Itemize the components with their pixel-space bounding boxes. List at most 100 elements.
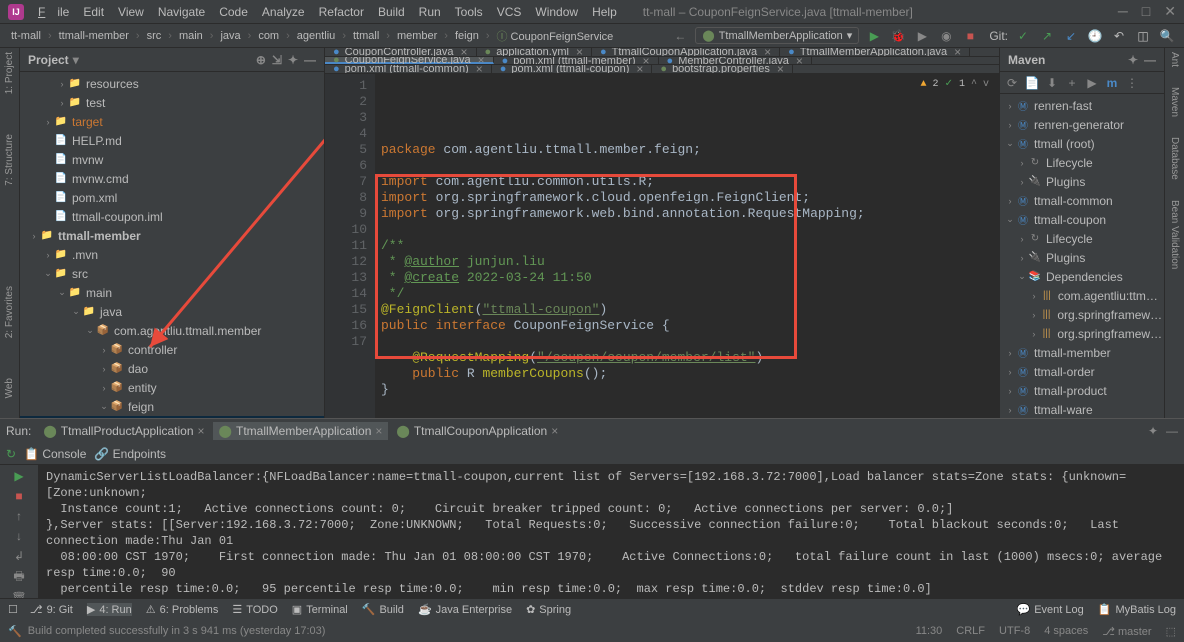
editor-tab[interactable]: ●pom.xml (ttmall-coupon)× xyxy=(492,65,653,73)
tab-close-icon[interactable]: × xyxy=(476,65,483,74)
tree-item[interactable]: ›📁resources xyxy=(20,74,324,93)
maven-tree-item[interactable]: ›Ⓜttmall-product xyxy=(1000,381,1164,400)
maven-tree-item[interactable]: ›|||com.agentliu:ttmall:t xyxy=(1000,286,1164,305)
maven-download-icon[interactable]: ⬇ xyxy=(1044,75,1060,91)
tree-item[interactable]: 📄mvnw xyxy=(20,150,324,169)
git-rollback-icon[interactable]: ↶ xyxy=(1110,27,1128,45)
console-stop-icon[interactable]: ■ xyxy=(11,489,27,503)
tree-item[interactable]: ›📦controller xyxy=(20,340,324,359)
maven-generate-icon[interactable]: 📄 xyxy=(1024,75,1040,91)
bottom-tool----run[interactable]: ▶4: Run xyxy=(87,603,132,616)
editor-tab[interactable]: ●pom.xml (ttmall-common)× xyxy=(325,65,492,73)
bottom-tool-spring[interactable]: ✿Spring xyxy=(526,603,571,616)
maven-exec-icon[interactable]: m xyxy=(1104,75,1120,91)
menu-code[interactable]: Code xyxy=(213,3,254,21)
tree-item[interactable]: 📄ttmall-coupon.iml xyxy=(20,207,324,226)
editor-tab[interactable]: ●CouponFeignService.java× xyxy=(325,57,494,65)
breadcrumb-item[interactable]: com xyxy=(255,29,282,43)
tab-close-icon[interactable]: × xyxy=(636,65,643,74)
maven-add-icon[interactable]: + xyxy=(1064,75,1080,91)
editor-tab[interactable]: ●bootstrap.properties× xyxy=(652,65,793,73)
run-icon[interactable]: ▶ xyxy=(865,27,883,45)
menu-help[interactable]: Help xyxy=(586,3,623,21)
gutter-maven[interactable]: Maven xyxy=(1169,87,1180,117)
status-item[interactable]: UTF-8 xyxy=(999,625,1030,638)
menu-tools[interactable]: Tools xyxy=(449,3,489,21)
bottom-tool-right[interactable]: 💬Event Log xyxy=(1017,603,1084,616)
console-output[interactable]: DynamicServerListLoadBalancer:{NFLoadBal… xyxy=(38,465,1184,598)
console-run-icon[interactable]: ▶ xyxy=(11,469,27,483)
maven-tree-item[interactable]: ›🔌Plugins xyxy=(1000,248,1164,267)
gutter-web[interactable]: Web xyxy=(4,378,15,398)
tree-item[interactable]: 📄mvnw.cmd xyxy=(20,169,324,188)
menu-navigate[interactable]: Navigate xyxy=(152,3,211,21)
maven-tree-item[interactable]: ›|||org.springframework xyxy=(1000,305,1164,324)
tree-item[interactable]: 📄pom.xml xyxy=(20,188,324,207)
menu-analyze[interactable]: Analyze xyxy=(256,3,311,21)
minimize-button[interactable]: ─ xyxy=(1118,3,1128,20)
breadcrumb-item[interactable]: main xyxy=(176,29,206,43)
menu-window[interactable]: Window xyxy=(529,3,584,21)
debug-icon[interactable]: 🐞 xyxy=(889,27,907,45)
run-settings-icon[interactable]: ✦ xyxy=(1148,424,1158,438)
breadcrumb-item[interactable]: ttmall-member xyxy=(56,29,132,43)
tab-close-icon[interactable]: × xyxy=(764,48,771,57)
project-tree[interactable]: ›📁resources›📁test›📁target📄HELP.md📄mvnw📄m… xyxy=(20,72,324,418)
tree-item[interactable]: ⒾCouponFeignService xyxy=(20,416,324,418)
maven-tree-item[interactable]: ›↻Lifecycle xyxy=(1000,153,1164,172)
project-hide-icon[interactable]: — xyxy=(304,53,316,67)
bottom-tool-java-enterprise[interactable]: ☕Java Enterprise xyxy=(418,603,512,616)
maven-tree-item[interactable]: ›Ⓜttmall-common xyxy=(1000,191,1164,210)
menu-view[interactable]: View xyxy=(112,3,150,21)
gutter-ant[interactable]: Ant xyxy=(1169,52,1180,67)
tab-close-icon[interactable]: × xyxy=(576,48,583,57)
maven-tree[interactable]: ›Ⓜrenren-fast›Ⓜrenren-generator⌄Ⓜttmall … xyxy=(1000,94,1164,418)
git-commit-icon[interactable]: ✓ xyxy=(1014,27,1032,45)
tree-item[interactable]: ›📁ttmall-member xyxy=(20,226,324,245)
search-icon[interactable]: 🔍 xyxy=(1158,27,1176,45)
bottom-tool-todo[interactable]: ☰TODO xyxy=(232,603,277,616)
run-tab[interactable]: ⬤TtmallMemberApplication× xyxy=(213,422,389,440)
breadcrumb-item[interactable]: ttmall xyxy=(350,29,382,43)
run-tab-close-icon[interactable]: × xyxy=(375,424,382,438)
tree-item[interactable]: ⌄📦feign xyxy=(20,397,324,416)
maven-tree-item[interactable]: ⌄📚Dependencies xyxy=(1000,267,1164,286)
close-button[interactable]: ✕ xyxy=(1164,3,1176,20)
gutter-bean[interactable]: Bean Validation xyxy=(1169,200,1180,269)
run-tab-close-icon[interactable]: × xyxy=(551,424,558,438)
endpoints-tab[interactable]: 🔗 Endpoints xyxy=(94,447,166,461)
menu-run[interactable]: Run xyxy=(413,3,447,21)
bottom-tool----git[interactable]: ⎇9: Git xyxy=(30,603,73,616)
tree-item[interactable]: ›📁target xyxy=(20,112,324,131)
maven-tree-item[interactable]: ›Ⓜttmall-member xyxy=(1000,343,1164,362)
editor-tab[interactable]: ●application.yml× xyxy=(477,48,592,56)
menu-file[interactable]: File xyxy=(32,3,75,21)
maven-tree-item[interactable]: ›Ⓜrenren-generator xyxy=(1000,115,1164,134)
menu-vcs[interactable]: VCS xyxy=(491,3,528,21)
tab-close-icon[interactable]: × xyxy=(643,57,650,66)
maximize-button[interactable]: □ xyxy=(1142,3,1150,20)
run-rerun-icon[interactable]: ↻ xyxy=(6,447,16,461)
run-tab[interactable]: ⬤TtmallCouponApplication× xyxy=(390,422,564,440)
editor-tab[interactable]: ●TtmallCouponApplication.java× xyxy=(592,48,780,56)
gutter-project[interactable]: 1: Project xyxy=(4,52,15,94)
tab-close-icon[interactable]: × xyxy=(796,57,803,66)
maven-run-icon[interactable]: ▶ xyxy=(1084,75,1100,91)
tree-item[interactable]: 📄HELP.md xyxy=(20,131,324,150)
project-settings-icon[interactable]: ⊕ xyxy=(256,53,266,67)
tree-item[interactable]: ›📁test xyxy=(20,93,324,112)
editor-tab[interactable]: ●CouponController.java× xyxy=(325,48,477,56)
run-tab[interactable]: ⬤TtmallProductApplication× xyxy=(37,422,210,440)
breadcrumb-item[interactable]: java xyxy=(217,29,243,43)
project-collapse-icon[interactable]: ⇲ xyxy=(272,53,282,67)
tree-item[interactable]: ⌄📦com.agentliu.ttmall.member xyxy=(20,321,324,340)
breadcrumb-item[interactable]: agentliu xyxy=(294,29,339,43)
breadcrumb-item[interactable]: member xyxy=(394,29,440,43)
tree-item[interactable]: ⌄📁src xyxy=(20,264,324,283)
profile-icon[interactable]: ◉ xyxy=(937,27,955,45)
console-up-icon[interactable]: ↑ xyxy=(11,509,27,523)
tree-item[interactable]: ›📦entity xyxy=(20,378,324,397)
status-item[interactable]: ⬚ xyxy=(1166,625,1176,638)
maven-hide-icon[interactable]: — xyxy=(1144,53,1156,67)
maven-tree-item[interactable]: ›Ⓜttmall-ware xyxy=(1000,400,1164,418)
